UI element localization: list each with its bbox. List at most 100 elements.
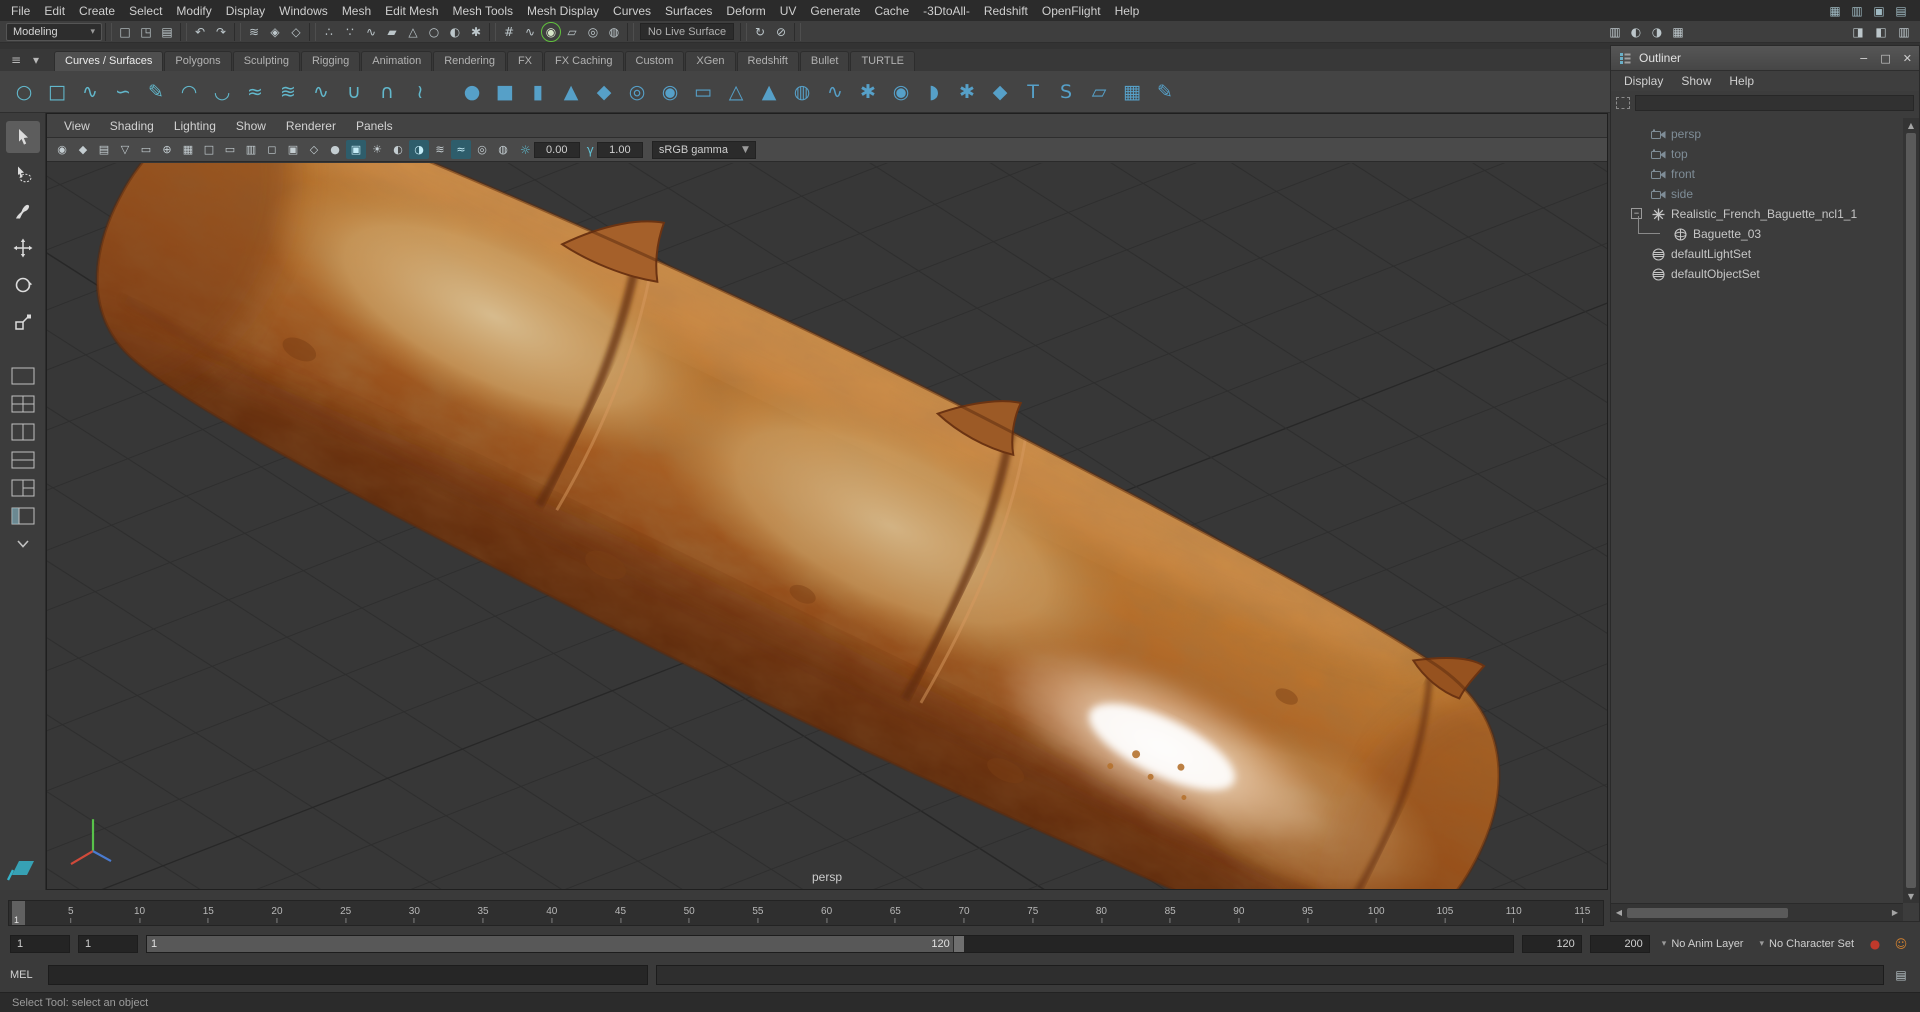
statusline-separator[interactable] (627, 22, 634, 41)
scale-tool[interactable] (6, 306, 40, 338)
lasso-tool[interactable] (6, 158, 40, 190)
menu-edit-mesh[interactable]: Edit Mesh (378, 2, 445, 20)
shelf-tab-fx[interactable]: FX (506, 51, 544, 71)
outliner-item-side[interactable]: side (1611, 184, 1903, 204)
outliner-menu-display[interactable]: Display (1616, 73, 1671, 89)
select-component-icon[interactable]: ◇ (286, 22, 306, 42)
playback-end-field[interactable]: 120 (1521, 935, 1582, 953)
menu-mesh-tools[interactable]: Mesh Tools (446, 2, 520, 20)
outliner-item-defaultlightset[interactable]: defaultLightSet (1611, 244, 1903, 264)
scroll-down-icon[interactable]: ▼ (1908, 889, 1914, 903)
statusline-separator[interactable] (740, 22, 747, 41)
free-image-plane-icon[interactable]: ▦ (1118, 78, 1146, 106)
offset-curve-icon[interactable]: ∪ (340, 78, 368, 106)
panel-menu-panels[interactable]: Panels (347, 117, 402, 135)
playback-range[interactable]: 1 120 (147, 936, 964, 952)
render-current-frame-icon[interactable]: ◐ (1626, 22, 1646, 42)
polygon-cylinder-icon[interactable]: ▮ (524, 78, 552, 106)
sculpt-tool-icon[interactable]: ✎ (1151, 78, 1179, 106)
panel-menu-shading[interactable]: Shading (101, 117, 163, 135)
select-points-mask-icon[interactable]: ∵ (340, 22, 360, 42)
menu-generate[interactable]: Generate (803, 2, 867, 20)
scroll-up-icon[interactable]: ▲ (1908, 118, 1914, 132)
shelf-tab-rendering[interactable]: Rendering (433, 51, 506, 71)
close-button[interactable]: ✕ (1903, 52, 1912, 65)
shelf-tab-options-icon[interactable]: ▾ (28, 53, 44, 67)
open-scene-icon[interactable]: ◳ (136, 22, 156, 42)
menu-redshift[interactable]: Redshift (977, 2, 1035, 20)
shelf-tab-polygons[interactable]: Polygons (164, 51, 232, 71)
redo-icon[interactable]: ↷ (211, 22, 231, 42)
grid-toggle-icon[interactable]: ▦ (178, 140, 198, 159)
shelf-tab-bullet[interactable]: Bullet (799, 51, 850, 71)
spherical-harmonics-icon[interactable]: ✱ (953, 78, 981, 106)
layout-outliner-persp[interactable] (9, 505, 37, 527)
nurbs-circle-icon[interactable]: ○ (10, 78, 38, 106)
resolution-gate-icon[interactable]: ▭ (220, 140, 240, 159)
construction-plane-icon[interactable]: ▱ (1085, 78, 1113, 106)
isolate-select-icon[interactable]: ◎ (472, 140, 492, 159)
gamma-value[interactable]: 1.00 (596, 141, 643, 158)
film-gate-icon[interactable]: □ (199, 140, 219, 159)
wireframe-icon[interactable]: ◇ (304, 140, 324, 159)
statusline-separator[interactable] (105, 22, 112, 41)
menu-surfaces[interactable]: Surfaces (658, 2, 719, 20)
statusline-separator[interactable] (489, 22, 496, 41)
range-slider-track[interactable]: 1 120 (146, 935, 1514, 953)
image-plane-icon[interactable]: ▭ (136, 140, 156, 159)
layout-two-stacked[interactable] (9, 449, 37, 471)
snap-to-point-icon[interactable]: ◉ (541, 21, 561, 42)
shelf-tab-sculpting[interactable]: Sculpting (232, 51, 300, 71)
curve-editing-tool-icon[interactable]: ∿ (307, 78, 335, 106)
two-point-arc-icon[interactable]: ◡ (208, 78, 236, 106)
scrollbar-thumb[interactable] (1627, 907, 1788, 918)
shelf-tab-redshift[interactable]: Redshift (736, 51, 799, 71)
range-end-handle[interactable] (952, 936, 964, 952)
shelf-tab-animation[interactable]: Animation (361, 51, 433, 71)
outliner-horizontal-scrollbar[interactable]: ◀ ▶ (1611, 903, 1903, 921)
scene-view[interactable]: persp (47, 163, 1607, 889)
new-scene-icon[interactable]: □ (115, 22, 135, 42)
select-rendering-mask-icon[interactable]: ◐ (445, 22, 465, 42)
layout-single-pane[interactable] (9, 365, 37, 387)
add-points-tool-icon[interactable]: ≋ (274, 78, 302, 106)
shelf-tab-custom[interactable]: Custom (624, 51, 685, 71)
outliner-menu-show[interactable]: Show (1673, 73, 1719, 89)
select-object-icon[interactable]: ◈ (265, 22, 285, 42)
ipr-render-icon[interactable]: ◑ (1647, 22, 1667, 42)
hotbox-controls-icon[interactable]: ▣ (1870, 3, 1888, 19)
snap-to-grid-icon[interactable]: # (499, 22, 519, 42)
scroll-left-icon[interactable]: ◀ (1611, 908, 1627, 917)
polygon-cube-icon[interactable]: ■ (491, 78, 519, 106)
statusline-separator[interactable] (234, 22, 241, 41)
nurbs-square-icon[interactable]: □ (43, 78, 71, 106)
gate-mask-icon[interactable]: ▥ (241, 140, 261, 159)
shaded-icon[interactable]: ● (325, 140, 345, 159)
select-all-mask-icon[interactable]: ∴ (319, 22, 339, 42)
filter-icon[interactable] (1616, 97, 1630, 109)
statusline-separator[interactable] (180, 22, 187, 41)
two-d-pan-zoom-icon[interactable]: ⊕ (157, 140, 177, 159)
tool-settings-toggle-icon[interactable]: ◧ (1871, 22, 1891, 42)
maximize-button[interactable]: □ (1880, 52, 1890, 65)
construction-history-icon[interactable]: ↻ (750, 22, 770, 42)
select-camera-icon[interactable]: ◉ (52, 140, 72, 159)
move-tool[interactable] (6, 232, 40, 264)
menu-mesh-display[interactable]: Mesh Display (520, 2, 606, 20)
rotate-tool[interactable] (6, 269, 40, 301)
panel-menu-lighting[interactable]: Lighting (165, 117, 225, 135)
live-surface-field[interactable]: No Live Surface (640, 23, 734, 40)
gamma-field[interactable]: γ 1.00 (587, 141, 643, 158)
construction-plane-indicator-icon[interactable] (6, 855, 36, 884)
select-misc-mask-icon[interactable]: ✱ (466, 22, 486, 42)
command-result-field[interactable] (656, 965, 1884, 985)
outliner-menu-help[interactable]: Help (1721, 73, 1762, 89)
polygon-disc-icon[interactable]: ◉ (656, 78, 684, 106)
outliner-item-front[interactable]: front (1611, 164, 1903, 184)
multisample-aa-icon[interactable]: ≈ (451, 140, 471, 159)
polygon-pipe-icon[interactable]: ◍ (788, 78, 816, 106)
scroll-right-icon[interactable]: ▶ (1887, 908, 1903, 917)
snap-to-curve-icon[interactable]: ∿ (520, 22, 540, 42)
channel-box-toggle-icon[interactable]: ▥ (1894, 22, 1914, 42)
undo-icon[interactable]: ↶ (190, 22, 210, 42)
